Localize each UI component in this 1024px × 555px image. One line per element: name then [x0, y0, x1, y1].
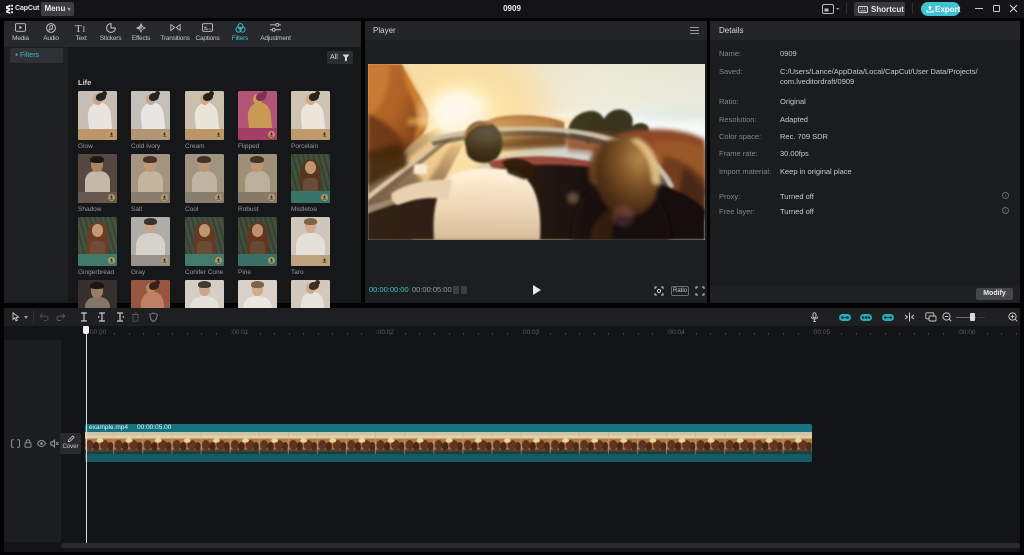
svg-text:I: I	[82, 25, 85, 33]
svg-text:T: T	[75, 23, 82, 33]
